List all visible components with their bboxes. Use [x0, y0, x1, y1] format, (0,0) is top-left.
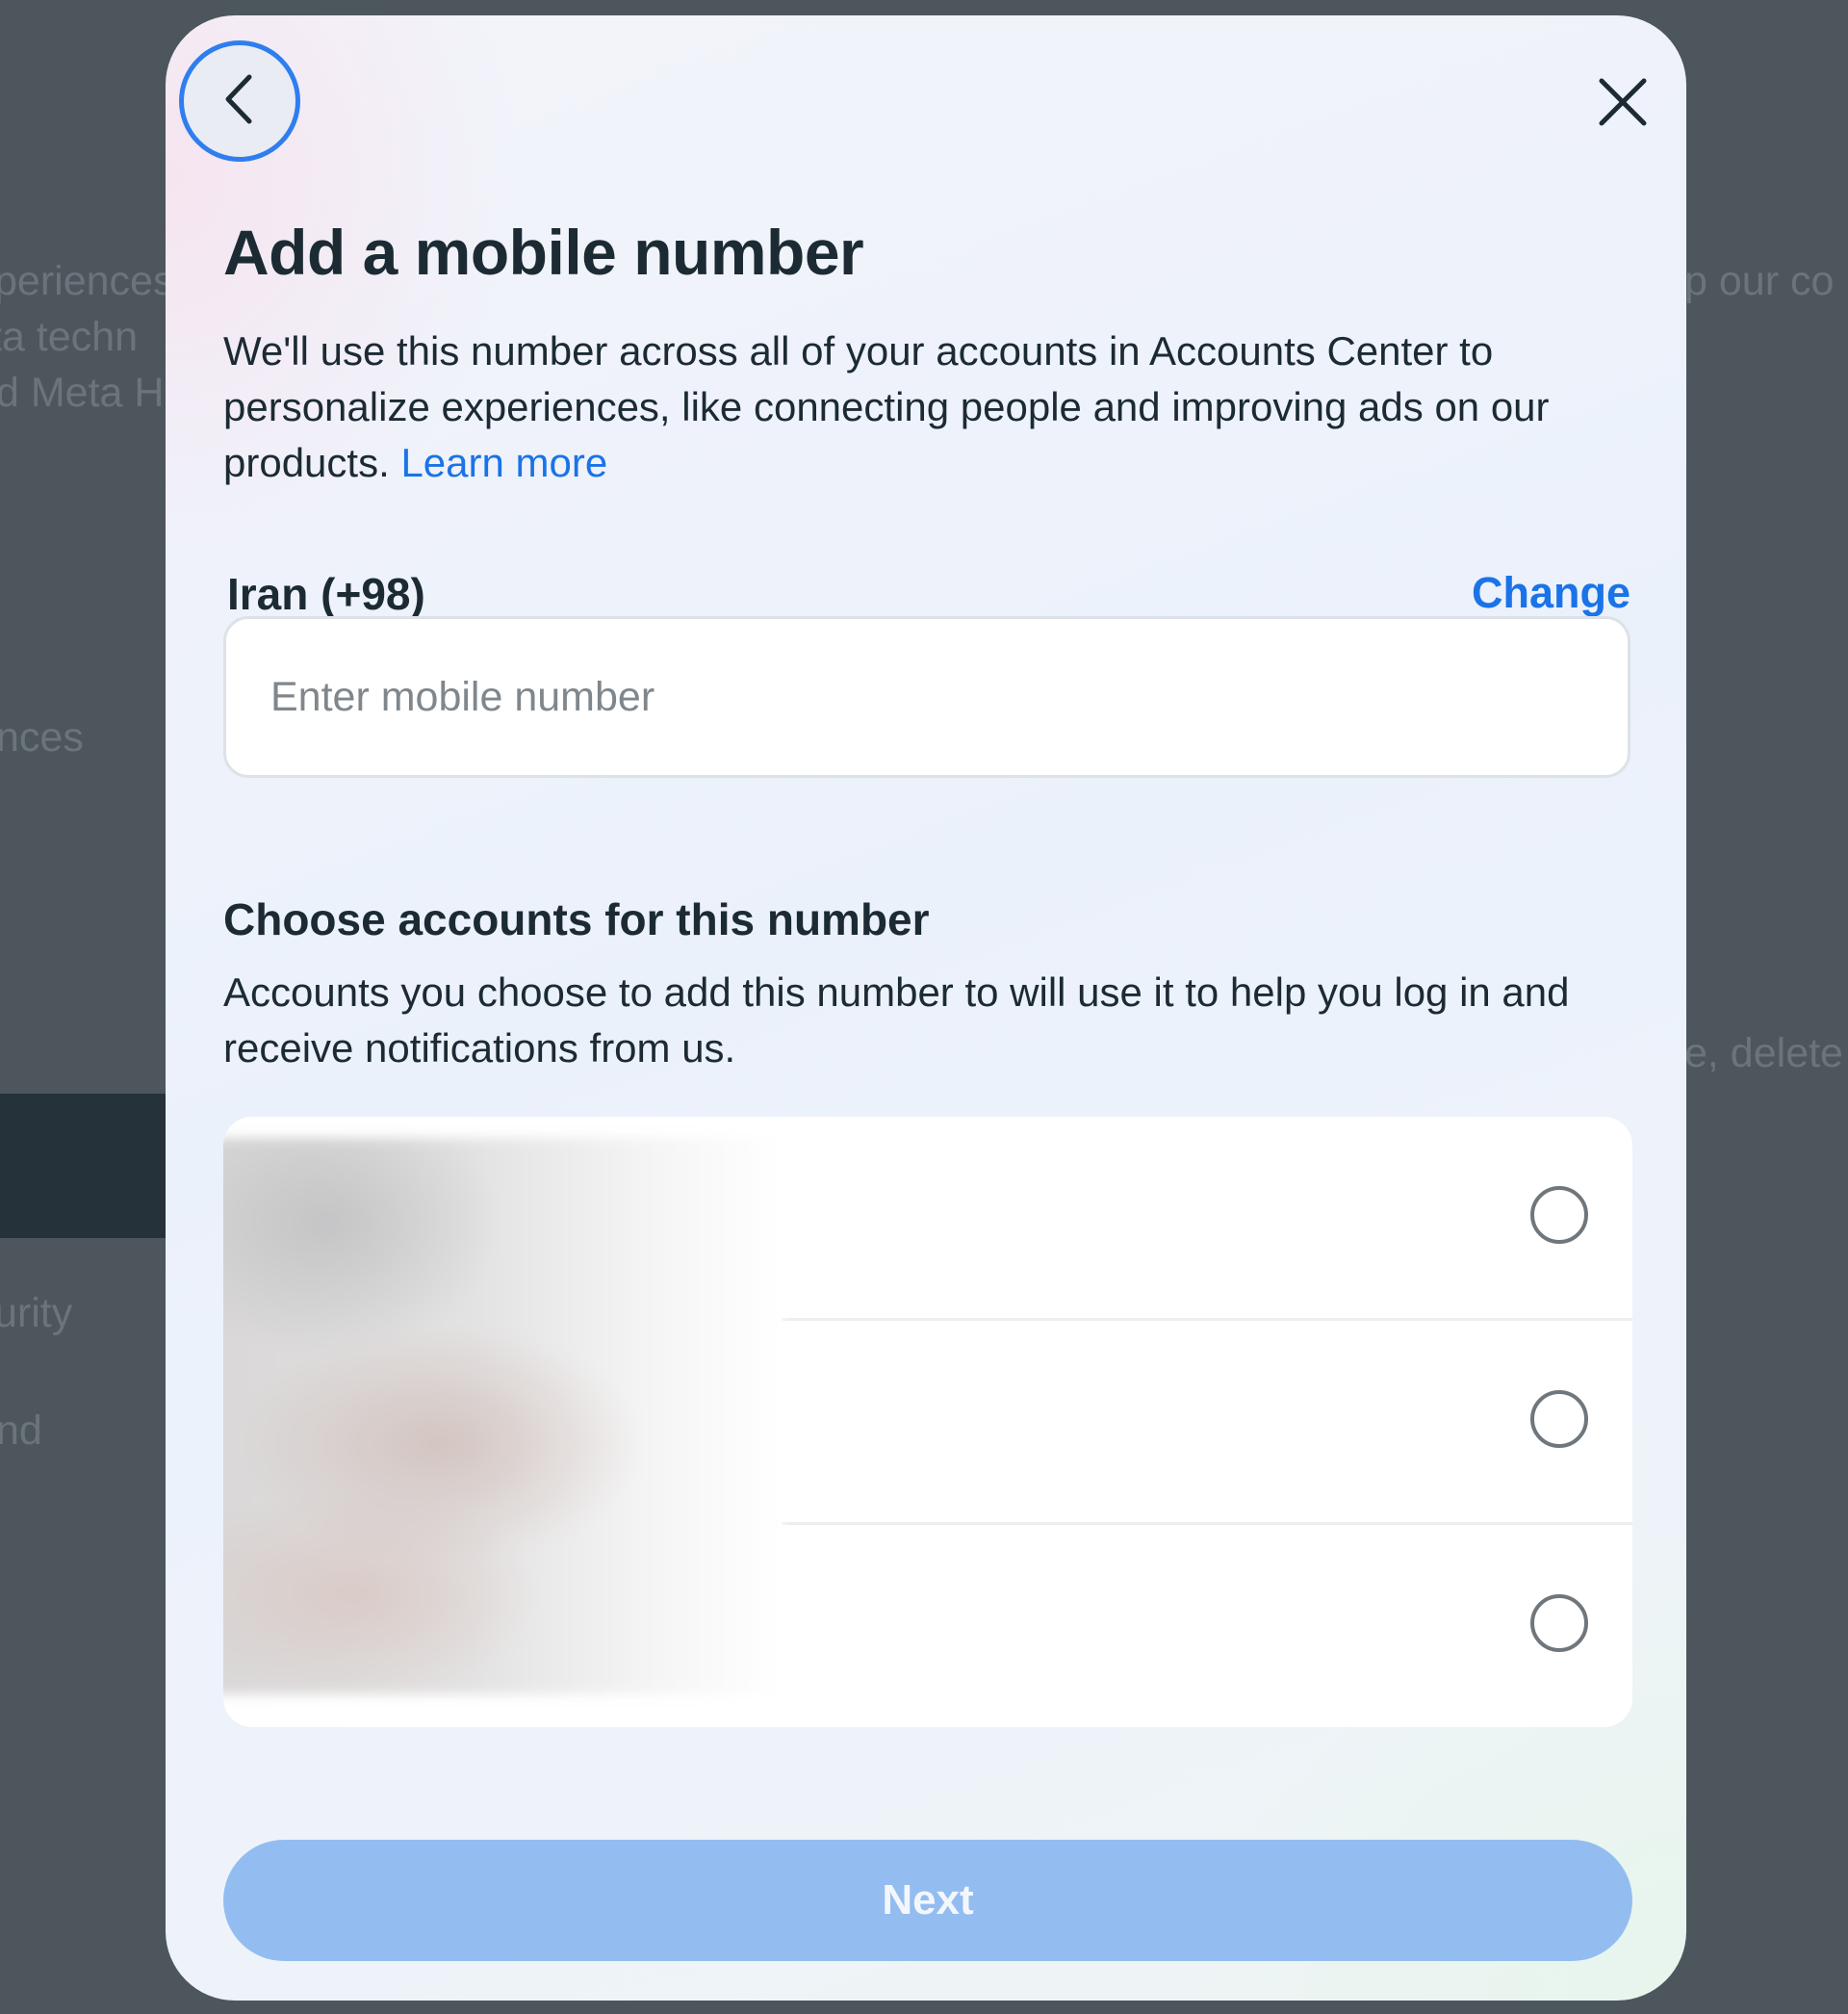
learn-more-link[interactable]: Learn more [400, 440, 607, 485]
account-radio-button[interactable] [1530, 1594, 1588, 1652]
mobile-number-input[interactable] [223, 616, 1630, 778]
add-mobile-number-dialog: Add a mobile number We'll use this numbe… [166, 15, 1686, 2001]
background-text: periences [0, 258, 174, 304]
country-code-label: Iran (+98) [227, 569, 425, 619]
background-text: p our co [1684, 258, 1835, 304]
background-text: nd [0, 1407, 42, 1454]
account-radio-button[interactable] [1530, 1390, 1588, 1448]
background-text: e, delete [1684, 1030, 1843, 1076]
background-text: d Meta H [0, 370, 165, 416]
accounts-section-title: Choose accounts for this number [223, 894, 930, 944]
redacted-account-info [223, 1138, 782, 1694]
change-country-link[interactable]: Change [1472, 568, 1630, 618]
close-icon [1598, 77, 1648, 132]
accounts-list [223, 1117, 1632, 1727]
background-text: nces [0, 714, 84, 761]
accounts-section-description: Accounts you choose to add this number t… [223, 969, 1570, 1071]
background-text: ta techn [0, 314, 138, 360]
background-selected-nav-item [0, 1094, 168, 1238]
account-radio-button[interactable] [1530, 1186, 1588, 1244]
chevron-left-icon [218, 73, 261, 130]
background-text: urity [0, 1290, 73, 1336]
next-button[interactable]: Next [223, 1840, 1632, 1961]
dialog-title: Add a mobile number [223, 217, 864, 288]
dialog-description: We'll use this number across all of your… [223, 323, 1648, 491]
close-button[interactable] [1588, 69, 1657, 139]
back-button[interactable] [179, 40, 300, 162]
